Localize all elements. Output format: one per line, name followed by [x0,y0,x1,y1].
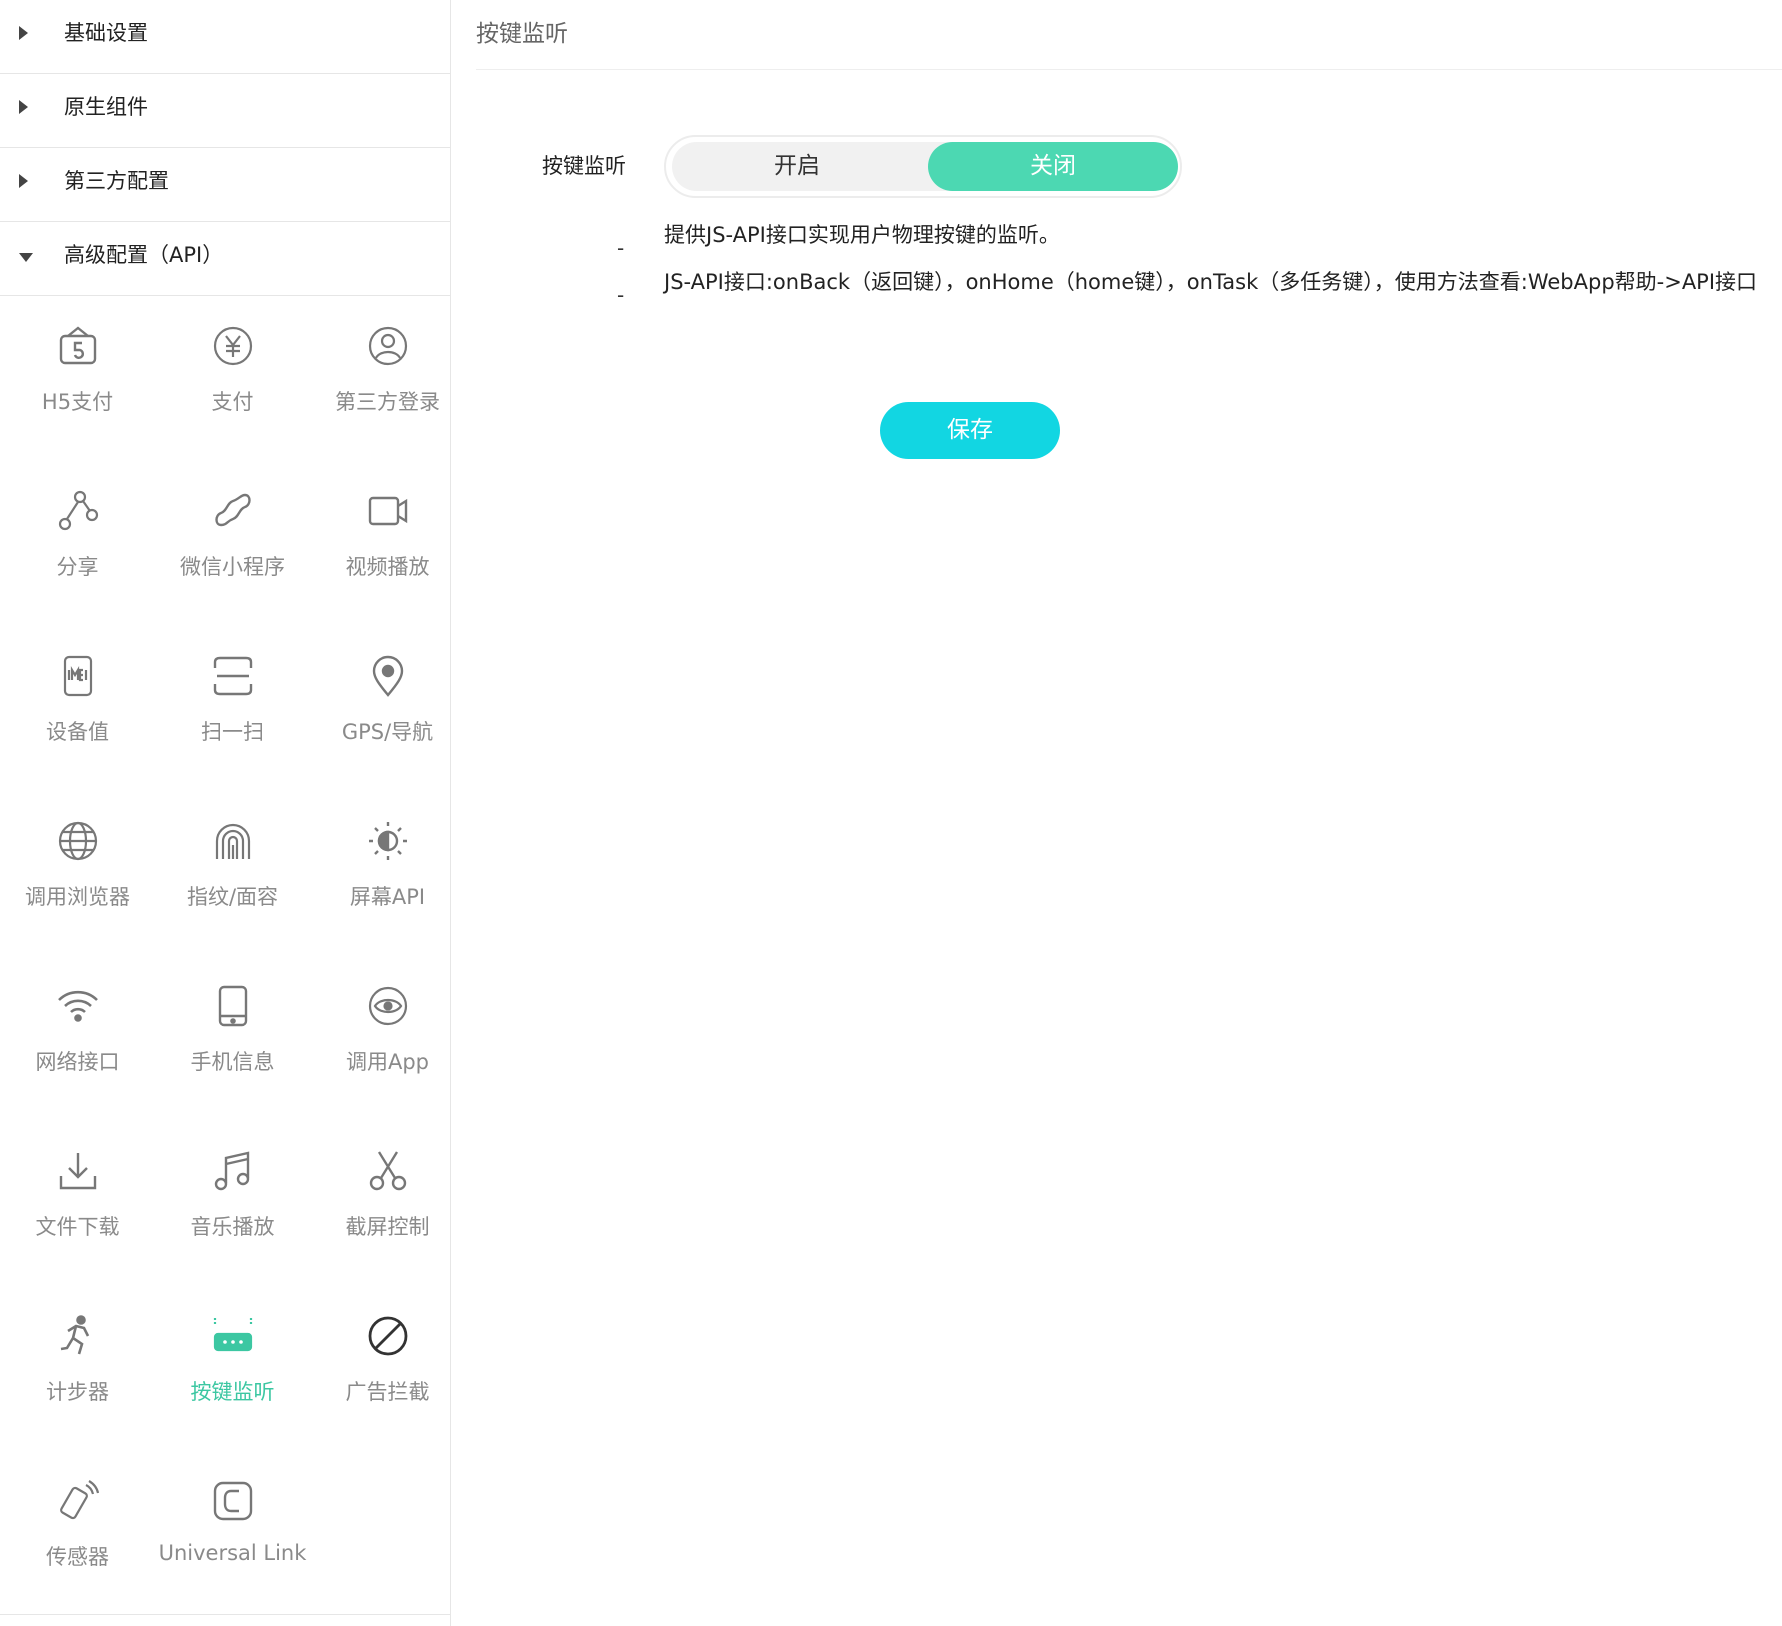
grid-item-phone-info[interactable]: 手机信息 [155,954,310,1119]
grid-item-label: 指纹/面容 [186,885,279,909]
sidebar-section-label: 原生组件 [64,95,148,119]
grid-item-label: 按键监听 [190,1380,275,1404]
caret-right-icon [19,26,28,40]
grid-item-device-value[interactable]: 设备值 [0,624,155,789]
grid-item-label: 网络接口 [35,1050,120,1074]
grid-item-gps[interactable]: GPS/导航 [310,624,465,789]
grid-item-label: 传感器 [46,1545,109,1569]
keyboard-icon [213,1318,253,1352]
key-listener-field-label: 按键监听 [542,154,626,178]
sidebar-section-advanced-api[interactable]: 高级配置（API） [0,222,450,296]
grid-item-label: 手机信息 [190,1050,275,1074]
sidebar-section-basic-settings[interactable]: 基础设置 [0,0,450,74]
header-divider [476,69,1782,70]
brightness-icon [369,822,407,860]
grid-item-label: 调用App [345,1050,430,1074]
description-line: JS-API接口:onBack（返回键），onHome（home键），onTas… [664,270,1758,294]
desc-dash: - [617,283,625,307]
grid-item-label: 视频播放 [345,555,430,579]
grid-item-third-party-login[interactable]: 第三方登录 [310,294,465,459]
grid-item-label: 第三方登录 [335,390,440,414]
caret-down-icon [19,253,33,262]
wifi-icon [58,990,98,1022]
music-note-icon [214,1151,250,1191]
grid-item-mini-program[interactable]: 微信小程序 [155,459,310,624]
yuan-coin-icon [213,326,253,366]
grid-item-pay[interactable]: 支付 [155,294,310,459]
grid-item-label: GPS/导航 [341,720,434,744]
key-listener-toggle: 开启 关闭 [664,135,1182,198]
grid-item-label: H5支付 [41,390,114,414]
h5-pay-icon [59,326,97,365]
description-line: 提供JS-API接口实现用户物理按键的监听。 [664,223,1060,247]
grid-item-label: 扫一扫 [201,720,264,744]
grid-item-label: 微信小程序 [180,555,285,579]
mini-program-icon [215,493,251,527]
grid-item-label: 文件下载 [35,1215,120,1239]
grid-item-ad-block[interactable]: 广告拦截 [310,1284,465,1449]
sidebar-section-third-party[interactable]: 第三方配置 [0,148,450,222]
globe-icon [58,821,98,861]
caret-right-icon [19,100,28,114]
grid-item-label: 支付 [211,390,254,414]
grid-item-label: 音乐播放 [190,1215,275,1239]
grid-item-label: Universal Link [158,1541,307,1565]
grid-item-label: 设备值 [46,720,109,744]
grid-item-universal-link[interactable]: Universal Link [155,1449,310,1614]
sidebar-section-native-components[interactable]: 原生组件 [0,74,450,148]
scan-icon [213,656,253,696]
grid-item-pedometer[interactable]: 计步器 [0,1284,155,1449]
share-icon [58,490,99,531]
scissors-icon [369,1151,407,1191]
video-camera-icon [368,496,408,526]
phone-icon [218,985,248,1027]
grid-item-label: 屏幕API [349,885,426,909]
grid-item-label: 分享 [56,555,99,579]
sidebar-section-label: 第三方配置 [64,169,169,193]
grid-item-screenshot-control[interactable]: 截屏控制 [310,1119,465,1284]
grid-item-call-app[interactable]: 调用App [310,954,465,1119]
grid-item-label: 计步器 [46,1380,109,1404]
grid-item-h5-pay[interactable]: H5支付 [0,294,155,459]
download-icon [59,1153,97,1190]
location-pin-icon [372,655,404,697]
grid-item-video[interactable]: 视频播放 [310,459,465,624]
grid-item-file-download[interactable]: 文件下载 [0,1119,155,1284]
grid-item-label: 调用浏览器 [25,885,130,909]
vibrating-phone-icon [60,1480,100,1520]
page-title: 按键监听 [476,21,568,47]
caret-right-icon [19,174,28,188]
eye-icon [368,986,408,1026]
grid-item-label: 截屏控制 [345,1215,430,1239]
grid-item-key-listener[interactable]: 按键监听 [155,1284,310,1449]
grid-item-screen-api[interactable]: 屏幕API [310,789,465,954]
user-circle-icon [368,326,408,366]
api-feature-grid: H5支付 支付 第三方登录 分享 微信小程序 视频播放 设备值 扫一扫 GPS/… [0,294,450,1615]
grid-item-scan[interactable]: 扫一扫 [155,624,310,789]
grid-item-network[interactable]: 网络接口 [0,954,155,1119]
toggle-off-option[interactable]: 关闭 [928,142,1178,191]
grid-item-label: 广告拦截 [345,1380,430,1404]
grid-item-browser[interactable]: 调用浏览器 [0,789,155,954]
grid-item-sensor[interactable]: 传感器 [0,1449,155,1614]
sidebar: 基础设置 原生组件 第三方配置 高级配置（API） H5支付 支付 第三方登录 … [0,0,451,1626]
fingerprint-icon [215,823,251,859]
imei-icon [63,655,93,697]
grid-item-music[interactable]: 音乐播放 [155,1119,310,1284]
universal-link-icon [213,1481,253,1521]
sidebar-section-label: 基础设置 [64,21,148,45]
toggle-on-option[interactable]: 开启 [672,142,922,191]
desc-dash: - [617,236,625,260]
block-icon [368,1316,408,1356]
save-button[interactable]: 保存 [880,402,1060,459]
running-icon [60,1315,90,1355]
grid-item-fingerprint[interactable]: 指纹/面容 [155,789,310,954]
sidebar-section-label: 高级配置（API） [64,243,224,267]
grid-item-share[interactable]: 分享 [0,459,155,624]
